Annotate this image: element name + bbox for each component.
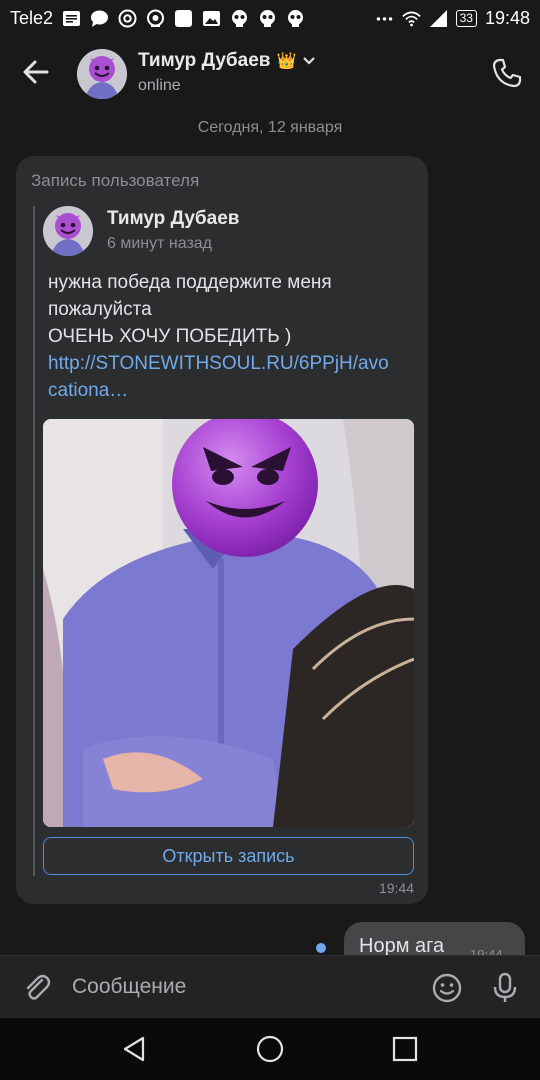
nav-recents-icon[interactable] [390, 1034, 420, 1064]
post-time: 6 минут назад [107, 235, 213, 252]
unread-indicator [316, 943, 326, 953]
contact-avatar[interactable] [77, 49, 127, 99]
back-arrow-icon[interactable] [20, 56, 52, 88]
post-link[interactable]: http://STONEWITHSOUL.RU/6PPjH/avocationa… [48, 350, 393, 404]
status-bar: Tele2 33 19:48 [0, 0, 540, 36]
battery-indicator: 33 [455, 9, 477, 27]
chevron-down-icon[interactable] [302, 50, 316, 72]
message-notification-icon [62, 9, 81, 28]
post-photo[interactable] [43, 419, 414, 827]
message-time: 19:44 [378, 880, 414, 896]
carrier-label: Tele2 [10, 7, 54, 28]
at-notification-icon [118, 9, 137, 28]
emoji-icon[interactable] [430, 971, 464, 1005]
quote-bar [33, 206, 35, 876]
skull-notification-icon [286, 9, 305, 28]
shared-post-label: Запись пользователя [31, 171, 200, 190]
signal-icon [429, 9, 448, 28]
post-author-avatar[interactable] [43, 206, 93, 256]
post-author-name[interactable]: Тимур Дубаев [107, 208, 239, 230]
image-notification-icon [202, 9, 221, 28]
wifi-icon [401, 9, 421, 28]
microphone-icon[interactable] [488, 971, 522, 1005]
skull-notification-icon [230, 9, 249, 28]
open-post-button[interactable]: Открыть запись [43, 837, 414, 875]
post-text-line: ОЧЕНЬ ХОЧУ ПОБЕДИТЬ ) [48, 326, 292, 347]
chat-header: Тимур Дубаев 👑 online [0, 36, 540, 112]
nav-back-icon[interactable] [120, 1034, 150, 1064]
navigation-bar [0, 1018, 540, 1080]
clock: 19:48 [484, 7, 530, 28]
contact-status: online [138, 77, 181, 94]
nav-home-icon[interactable] [255, 1034, 285, 1064]
crown-icon: 👑 [276, 53, 297, 70]
incoming-message-bubble[interactable]: Запись пользователя Тимур Дубаев 6 минут… [16, 156, 428, 904]
post-text-line: нужна победа поддержите меня пожалуйста [48, 272, 332, 320]
contact-name[interactable]: Тимур Дубаев [138, 50, 270, 72]
more-notifications-icon [375, 9, 394, 28]
date-separator: Сегодня, 12 января [197, 119, 343, 136]
message-input[interactable]: Сообщение [72, 975, 186, 999]
message-composer: Сообщение [0, 955, 540, 1019]
app-notification-icon [174, 9, 193, 28]
skull-notification-icon [258, 9, 277, 28]
post-text: нужна победа поддержите меня пожалуйста … [48, 269, 393, 404]
eye-notification-icon [146, 9, 165, 28]
attach-icon[interactable] [20, 971, 54, 1005]
chat-notification-icon [90, 9, 109, 28]
phone-call-icon[interactable] [490, 56, 524, 90]
contact-name-row[interactable]: Тимур Дубаев 👑 [138, 50, 316, 72]
